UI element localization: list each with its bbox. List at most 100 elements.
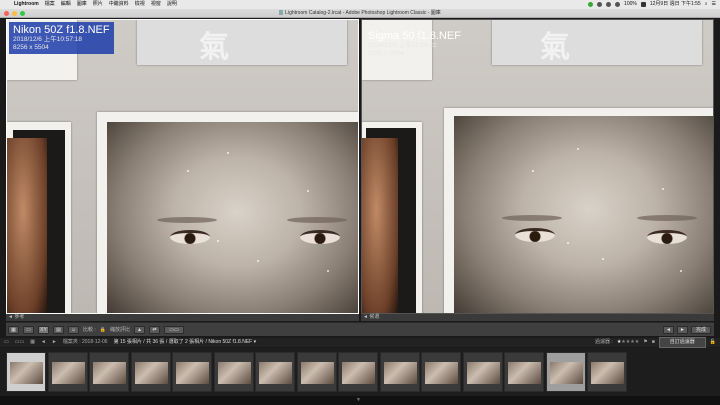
window-title: Lightroom Catalog-2.lrcat - Adobe Photos… [285,10,441,16]
filmstrip-thumbnail[interactable] [6,352,46,392]
done-button[interactable]: 完成 [691,325,711,334]
make-select-button[interactable]: ▭▭ [164,325,185,334]
filmstrip-thumbnail[interactable] [47,352,88,392]
filmstrip-header: ▭ ▭▭ ▦ ◄ ► 檔案夾 : 2018-12-06 第 15 張相片 / 共… [0,337,720,348]
eye-right [647,230,687,244]
filmstrip[interactable] [0,348,720,396]
capture-datetime: 2018/12/6 上午11:04:22 [368,42,437,49]
swap-button[interactable]: ⇄ [149,325,161,334]
menu-file[interactable]: 檔案 [45,0,55,9]
status-icon[interactable] [597,2,603,7]
survey-view-button[interactable]: ▤ [53,325,64,334]
photo-select: 氣 [7,20,358,313]
thumbnail-image [342,362,375,384]
menu-bar: Lightroom 檔案 編輯 圖庫 照片 中繼資料 檢視 視窗 說明 100%… [0,0,720,9]
image-dimensions: 8256 x 5504 [368,50,404,57]
battery-text: 100% [624,1,637,7]
collapse-arrow-icon[interactable]: ▼ [356,397,361,403]
filmstrip-thumbnail[interactable] [545,352,586,392]
compare-view-button[interactable]: XY [38,325,49,334]
forward-icon[interactable]: ► [52,338,57,347]
photo-count[interactable]: 第 15 張相片 / 共 36 張 / 選取了 2 張相片 / Nikon 50… [114,338,257,347]
thumbnail-image [176,362,209,384]
menu-metadata[interactable]: 中繼資料 [109,0,129,9]
filmstrip-thumbnail[interactable] [462,352,503,392]
next-photo-button[interactable]: ► [677,325,688,334]
menu-view[interactable]: 檢視 [135,0,145,9]
filter-label: 過濾器 : [595,339,613,345]
back-icon[interactable]: ◄ [41,338,46,347]
prev-photo-button[interactable]: ◄ [663,325,674,334]
clock-text[interactable]: 12月9日 週日 下午1:55 [650,0,701,9]
minimize-window-icon[interactable] [12,11,17,16]
pane-footer-select: ◄ 參考 [6,314,359,321]
filmstrip-thumbnail[interactable] [89,352,129,392]
menu-library[interactable]: 圖庫 [77,0,87,9]
filmstrip-thumbnail[interactable] [421,352,461,392]
menu-photo[interactable]: 照片 [93,0,103,9]
image-dimensions: 8256 x 5504 [13,44,49,51]
filter-lock-icon[interactable]: 🔓 [710,338,716,347]
thumbnail-image [10,362,43,384]
photo-info-overlay: Sigma 50 f1.8.NEF 2018/12/6 上午11:04:22 8… [364,28,465,60]
battery-icon[interactable] [640,2,646,7]
bottom-bar: ▼ [0,396,720,405]
grid-icon[interactable]: ▦ [30,338,35,347]
people-view-button[interactable]: ☺ [68,325,79,334]
flag-filter-icon[interactable]: ⚑ [643,338,647,347]
filmstrip-thumbnail[interactable] [338,352,378,392]
filmstrip-thumbnail[interactable] [504,352,544,392]
wifi-icon[interactable] [615,2,621,7]
view-one-icon[interactable]: ▭ [4,338,9,347]
view-two-icon[interactable]: ▭▭ [15,338,24,347]
eye-left [170,230,210,244]
menu-help[interactable]: 說明 [167,0,177,9]
search-icon[interactable]: ⌕ [705,0,708,9]
menu-list-icon[interactable]: ☰ [712,0,716,9]
eye-right [300,230,340,244]
filmstrip-thumbnail[interactable] [379,352,420,392]
source-path[interactable]: 檔案夾 : 2018-12-06 [63,338,108,347]
thumbnail-image [134,362,168,384]
filmstrip-thumbnail[interactable] [587,352,627,392]
color-filter-icon[interactable]: ■ [652,338,655,347]
compare-label: 比較 : [83,327,96,333]
thumbnail-image [508,362,541,384]
file-name: Sigma 50 f1.8.NEF [368,30,461,42]
thumbnail-image [259,362,292,384]
zoom-sync-label[interactable]: 縮放評比 [110,326,130,333]
thumbnail-image [93,362,126,384]
app-menu[interactable]: Lightroom [14,0,39,9]
thumbnail-image [591,362,624,384]
filmstrip-thumbnail[interactable] [213,352,254,392]
lock-icon[interactable]: 🔒 [100,327,106,333]
filter-preset-select[interactable]: 自訂過濾器 [658,337,706,348]
apple-icon[interactable] [4,2,10,8]
compare-pane-select[interactable]: 氣 Nikon 50Z f1.8.NEF 2018/12/6 上午10:57:1… [6,19,359,314]
filmstrip-thumbnail[interactable] [172,352,212,392]
photo-info-overlay: Nikon 50Z f1.8.NEF 2018/12/6 上午10:57:18 … [9,22,114,54]
menu-window[interactable]: 視窗 [151,0,161,9]
rating-filter[interactable]: ★★★★★ [617,338,639,347]
thumbnail-image [51,362,85,384]
status-green-icon[interactable] [588,2,594,7]
zoom-window-icon[interactable] [20,11,25,16]
grid-view-button[interactable]: ▦ [8,325,19,334]
sync-icon[interactable] [606,2,612,7]
eye-left [515,228,555,242]
thumbnail-image [425,362,458,384]
thumbnail-image [383,362,417,384]
filmstrip-thumbnail[interactable] [130,352,171,392]
menu-edit[interactable]: 編輯 [61,0,71,9]
calligraphy-print: 氣 [199,30,229,65]
candidate-tag: 候選 [364,22,375,28]
sync-button[interactable]: ▲ [134,325,146,334]
close-window-icon[interactable] [4,11,9,16]
filmstrip-thumbnail[interactable] [296,352,337,392]
file-name: Nikon 50Z f1.8.NEF [13,24,110,36]
compare-pane-candidate[interactable]: 氣 候選 Sigma 50 f1.8.NEF 2018/12/6 上午11:04… [361,19,714,314]
loupe-view-button[interactable]: ▭ [23,325,34,334]
photo-candidate: 氣 [362,20,713,313]
filmstrip-thumbnail[interactable] [255,352,295,392]
status-area: 100% 12月9日 週日 下午1:55 ⌕ ☰ [588,0,720,9]
